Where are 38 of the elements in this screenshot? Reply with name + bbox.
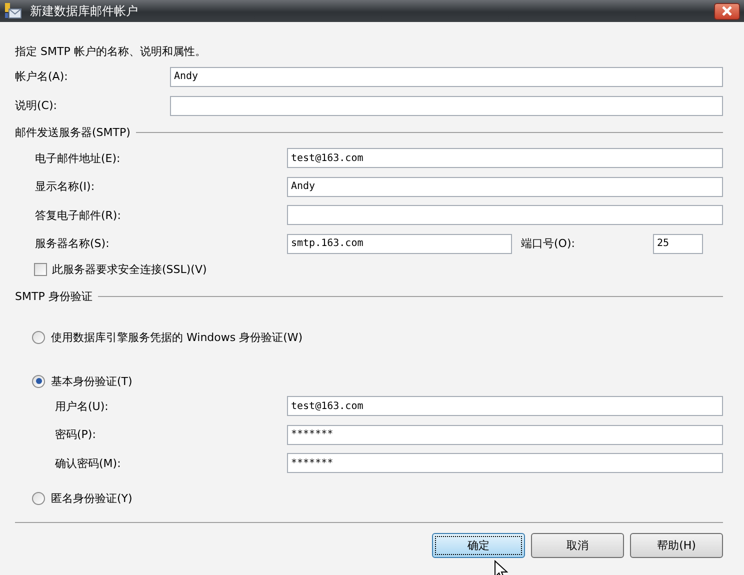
checkbox[interactable] — [34, 262, 47, 276]
field-label: 确认密码(M): — [54, 456, 122, 471]
section-title: SMTP 身份验证 — [15, 288, 92, 304]
field-label: 显示名称(I): — [34, 179, 96, 194]
text-field[interactable] — [170, 96, 723, 116]
field-label: 帐户名(A): — [15, 69, 69, 84]
mail-account-icon — [4, 2, 22, 20]
text-field[interactable]: ******* — [287, 453, 723, 474]
server-field[interactable]: smtp.163.com — [287, 234, 512, 254]
dialog-button[interactable]: 帮助(H) — [630, 532, 723, 558]
text-field[interactable]: Andy — [287, 176, 723, 197]
field-label: 端口号(O): — [521, 236, 576, 252]
text-field[interactable]: test@163.com — [287, 148, 723, 168]
close-icon — [721, 6, 733, 16]
field-label: 答复电子邮件(R): — [34, 208, 122, 223]
radio-label: 匿名身份验证(Y) — [51, 491, 132, 506]
dialog-description: 指定 SMTP 帐户的名称、说明和属性。 — [15, 44, 207, 60]
radio-button[interactable] — [32, 374, 45, 388]
window-title: 新建数据库邮件帐户 — [30, 2, 138, 20]
field-label: 服务器名称(S): — [34, 236, 110, 252]
field-label: 说明(C): — [15, 98, 58, 113]
close-button[interactable] — [714, 2, 740, 20]
radio-label: 使用数据库引擎服务凭据的 Windows 身份验证(W) — [51, 330, 303, 344]
field-label: 用户名(U): — [54, 398, 110, 414]
port-field[interactable]: 25 — [653, 234, 703, 254]
radio-button[interactable] — [32, 492, 45, 505]
text-field[interactable]: Andy — [170, 66, 723, 86]
text-field[interactable] — [287, 205, 723, 226]
dialog-button[interactable]: 确定 — [432, 532, 525, 558]
radio-label: 基本身份验证(T) — [51, 374, 132, 388]
dialog-button[interactable]: 取消 — [531, 532, 624, 558]
section-title: 邮件发送服务器(SMTP) — [15, 124, 130, 140]
text-field[interactable]: test@163.com — [287, 396, 723, 416]
field-label: 密码(P): — [54, 427, 97, 442]
radio-button[interactable] — [32, 330, 45, 344]
field-label: 电子邮件地址(E): — [34, 150, 122, 166]
text-field[interactable]: ******* — [287, 424, 723, 445]
checkbox-label: 此服务器要求安全连接(SSL)(V) — [52, 262, 207, 276]
